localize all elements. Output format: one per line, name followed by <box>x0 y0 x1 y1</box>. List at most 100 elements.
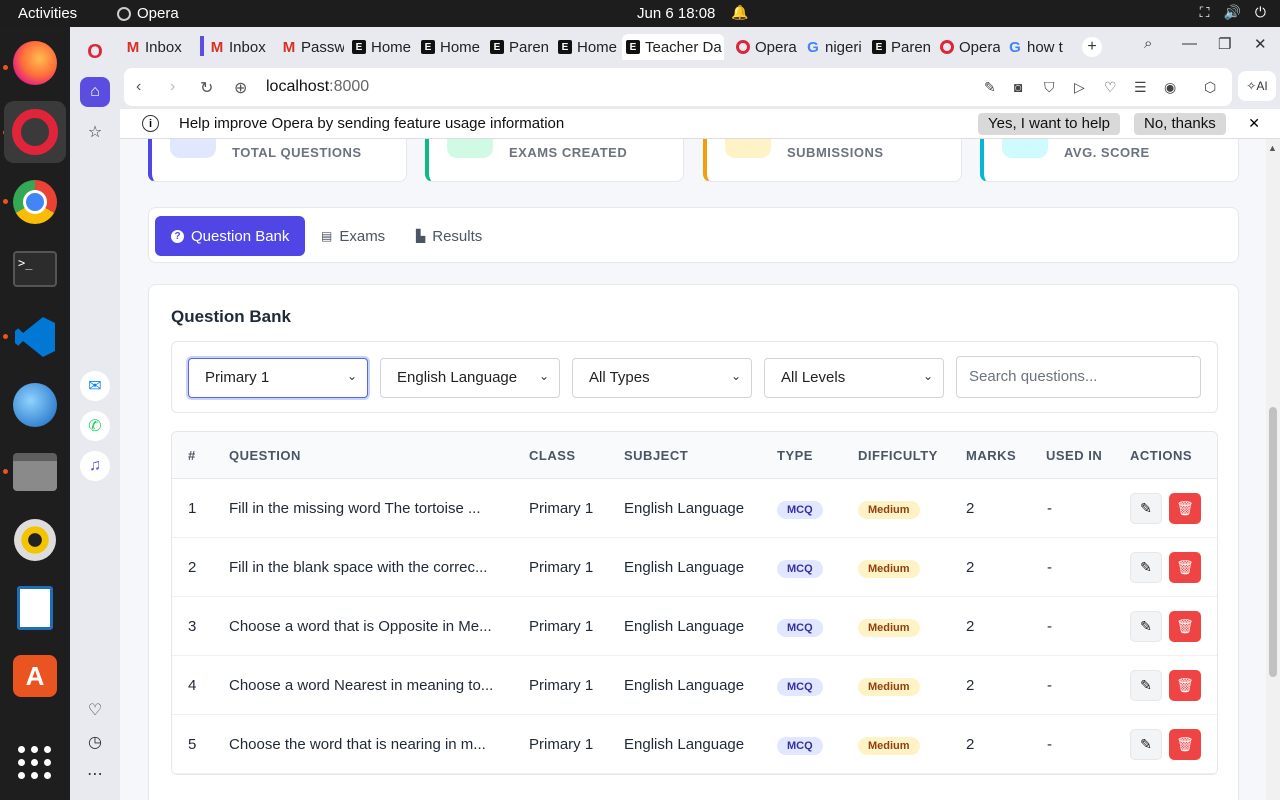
browser-tab[interactable]: E Home <box>352 34 416 60</box>
player-play-icon[interactable]: ▷ <box>1074 79 1085 96</box>
page-scrollbar[interactable]: ▲ <box>1266 139 1280 800</box>
active-app-menu[interactable]: Opera <box>117 5 179 22</box>
scrollbar-thumb[interactable] <box>1269 407 1277 677</box>
type-select[interactable]: All Types ⌄ <box>572 358 752 398</box>
profile-icon[interactable]: ◉ <box>1164 79 1176 96</box>
cell-class: Primary 1 <box>529 618 594 635</box>
edit-button[interactable]: ✎ <box>1130 552 1162 583</box>
question-circle-icon: ? <box>171 229 184 243</box>
edit-page-icon[interactable]: ✎ <box>984 79 996 96</box>
back-icon[interactable]: ‹ <box>136 78 141 96</box>
cell-num: 2 <box>188 559 197 576</box>
close-infobar-icon[interactable]: ✕ <box>1248 115 1260 132</box>
browser-tab[interactable]: Opera <box>736 34 798 60</box>
delete-button[interactable]: 🗑 <box>1169 729 1201 760</box>
tab-label: Results <box>432 227 483 245</box>
messenger-icon[interactable]: ✉ <box>80 371 110 401</box>
search-tabs-icon[interactable]: ⌕ <box>1144 35 1152 52</box>
activities-button[interactable]: Activities <box>18 5 77 22</box>
cell-question: Choose a word that is Opposite in Me... <box>229 618 492 635</box>
speed-dial-star-icon[interactable]: ☆ <box>80 117 110 147</box>
music-player-icon[interactable]: ♫ <box>80 451 110 481</box>
dock-chrome[interactable] <box>11 178 59 226</box>
browser-tab[interactable]: Ghow t <box>1008 34 1070 60</box>
browser-tab[interactable]: M Inbox <box>126 34 192 60</box>
delete-button[interactable]: 🗑 <box>1169 611 1201 642</box>
browser-tab[interactable]: E Paren <box>872 34 932 60</box>
browser-tab[interactable]: E Paren <box>490 34 554 60</box>
dock-files[interactable] <box>11 448 59 496</box>
class-select[interactable]: Primary 1 ⌄ <box>188 358 368 398</box>
edit-button[interactable]: ✎ <box>1130 493 1162 524</box>
level-select[interactable]: All Levels ⌄ <box>764 358 944 398</box>
trash-icon: 🗑 <box>1176 559 1194 575</box>
url-input[interactable]: localhost:8000 <box>266 78 369 96</box>
browser-tab[interactable]: E Home <box>558 34 618 60</box>
accept-help-button[interactable]: Yes, I want to help <box>978 113 1121 135</box>
cell-question: Fill in the blank space with the correc.… <box>229 559 488 576</box>
dock-show-apps[interactable] <box>11 739 59 787</box>
history-clock-icon[interactable]: ◷ <box>80 727 110 757</box>
more-options-icon[interactable]: ⋯ <box>80 759 110 789</box>
browser-tab-active[interactable]: E Teacher Da <box>622 34 724 60</box>
cell-class: Primary 1 <box>529 677 594 694</box>
dock-writer[interactable] <box>11 584 59 632</box>
system-tray[interactable]: ⛶ 🔊 ⏻ <box>1200 4 1266 21</box>
opera-menu-icon[interactable]: O <box>80 37 110 67</box>
extensions-cube-icon[interactable]: ⬡ <box>1204 79 1216 96</box>
dock-vscode[interactable] <box>11 313 59 361</box>
new-tab-button[interactable]: + <box>1082 37 1102 57</box>
decline-button[interactable]: No, thanks <box>1134 113 1226 135</box>
maximize-icon[interactable]: ❐ <box>1218 35 1231 53</box>
delete-button[interactable]: 🗑 <box>1169 552 1201 583</box>
reload-icon[interactable]: ↻ <box>200 78 213 98</box>
browser-tab[interactable]: E Home <box>421 34 485 60</box>
stat-label: SUBMISSIONS <box>787 145 884 160</box>
bookmark-heart-icon[interactable]: ♡ <box>1104 79 1117 96</box>
browser-tab[interactable]: M Passw <box>282 34 344 60</box>
browser-tab[interactable]: Gnigeri <box>806 34 866 60</box>
forward-icon[interactable]: › <box>170 78 175 96</box>
whatsapp-icon[interactable]: ✆ <box>80 411 110 441</box>
clock[interactable]: Jun 6 18:08 <box>637 5 715 22</box>
subject-select[interactable]: English Language ⌄ <box>380 358 560 398</box>
running-indicator <box>3 334 8 339</box>
delete-button[interactable]: 🗑 <box>1169 493 1201 524</box>
minimize-icon[interactable]: — <box>1182 35 1197 52</box>
delete-button[interactable]: 🗑 <box>1169 670 1201 701</box>
dock-rhythmbox[interactable] <box>11 516 59 564</box>
plus-icon: + <box>1087 38 1097 55</box>
browser-tab[interactable]: M Inbox <box>210 34 274 60</box>
edit-button[interactable]: ✎ <box>1130 670 1162 701</box>
adblock-shield-icon[interactable]: ⛉ <box>1044 79 1055 96</box>
aria-ai-button[interactable]: ✧ AI <box>1238 71 1276 101</box>
difficulty-badge: Medium <box>858 737 920 755</box>
dock-thunderbird[interactable] <box>11 381 59 429</box>
tab-question-bank[interactable]: ? Question Bank <box>155 216 306 256</box>
dock-firefox[interactable] <box>11 39 59 87</box>
easy-setup-icon[interactable]: ☰ <box>1134 79 1147 96</box>
scroll-up-arrow-icon[interactable]: ▲ <box>1268 143 1277 153</box>
tab-results[interactable]: ▙ Results <box>400 216 498 256</box>
tab-exams[interactable]: ▤ Exams <box>305 216 401 256</box>
dock-terminal[interactable]: >_ <box>11 245 59 293</box>
app-center-icon: A <box>13 655 57 697</box>
close-window-icon[interactable]: ✕ <box>1254 35 1267 53</box>
site-info-globe-icon[interactable]: ⊕ <box>234 78 247 98</box>
type-badge: MCQ <box>777 737 823 755</box>
edit-button[interactable]: ✎ <box>1130 611 1162 642</box>
browser-tab[interactable]: Opera <box>940 34 1000 60</box>
column-header-type: TYPE <box>777 448 813 463</box>
home-icon[interactable]: ⌂ <box>80 77 110 107</box>
search-input[interactable]: Search questions... <box>956 356 1201 398</box>
table-row: 1 Fill in the missing word The tortoise .… <box>172 479 1217 538</box>
bookmarks-heart-icon[interactable]: ♡ <box>80 695 110 725</box>
dock-app-center[interactable]: A <box>11 652 59 700</box>
cell-num: 5 <box>188 736 197 753</box>
snapshot-camera-icon[interactable]: ◙ <box>1014 79 1022 95</box>
dock-opera[interactable] <box>4 101 66 163</box>
chevron-down-icon: ⌄ <box>346 369 357 383</box>
edit-button[interactable]: ✎ <box>1130 729 1162 760</box>
edit-icon: ✎ <box>1140 677 1152 693</box>
column-header-question: QUESTION <box>229 448 301 463</box>
